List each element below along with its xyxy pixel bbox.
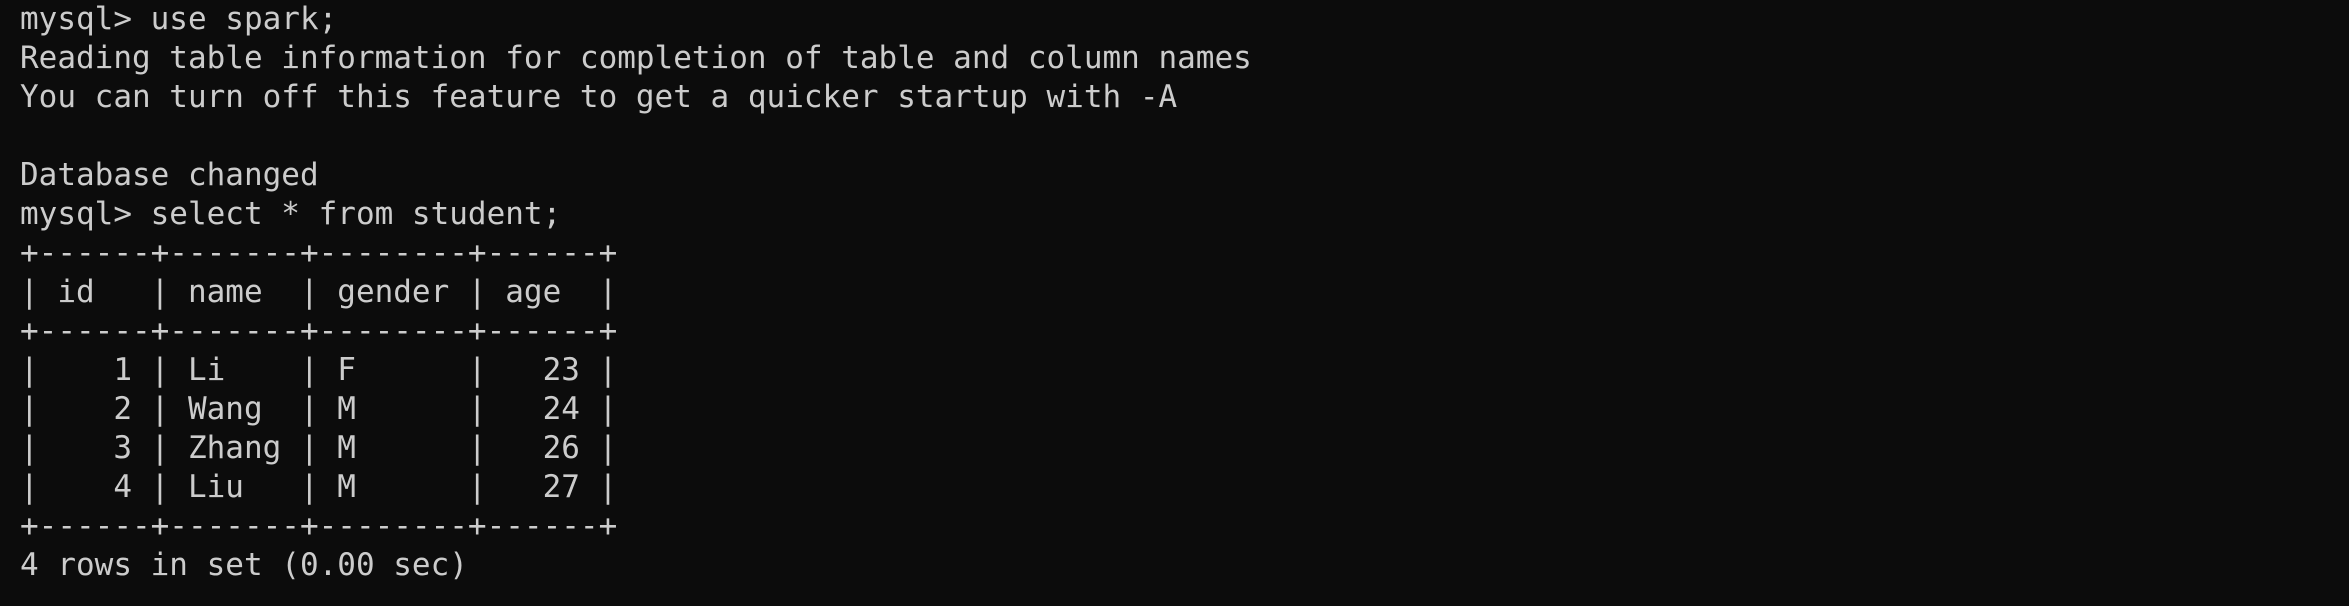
table-row: | 2 | Wang | M | 24 | xyxy=(20,391,618,427)
terminal-output[interactable]: mysql> use spark; Reading table informat… xyxy=(20,0,2340,606)
table-border: +------+-------+--------+------+ xyxy=(20,508,618,544)
info-message: You can turn off this feature to get a q… xyxy=(20,79,1178,115)
table-row: | 1 | Li | F | 23 | xyxy=(20,352,618,388)
table-row: | 4 | Liu | M | 27 | xyxy=(20,469,618,505)
table-border: +------+-------+--------+------+ xyxy=(20,313,618,349)
status-message: Database changed xyxy=(20,157,319,193)
command-line: mysql> select * from student; xyxy=(20,196,562,232)
table-header-row: | id | name | gender | age | xyxy=(20,274,618,310)
command-line: mysql> use spark; xyxy=(20,1,338,37)
result-summary: 4 rows in set (0.00 sec) xyxy=(20,547,468,583)
table-border: +------+-------+--------+------+ xyxy=(20,235,618,271)
table-row: | 3 | Zhang | M | 26 | xyxy=(20,430,618,466)
info-message: Reading table information for completion… xyxy=(20,40,1252,76)
